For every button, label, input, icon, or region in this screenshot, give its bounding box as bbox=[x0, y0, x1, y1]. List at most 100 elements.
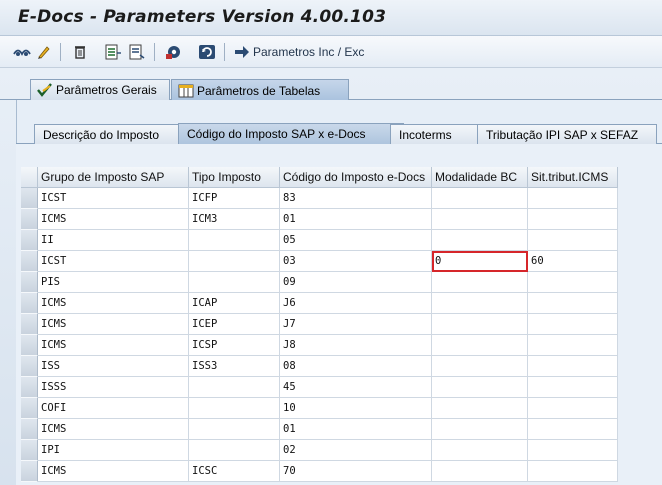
delete-button[interactable] bbox=[72, 41, 88, 63]
tipo-imposto-cell[interactable] bbox=[189, 419, 280, 440]
codigo-edocs-cell[interactable]: 01 bbox=[280, 209, 432, 230]
tab-tributacao-ipi-sap-sefaz[interactable]: Tributação IPI SAP x SEFAZ bbox=[477, 124, 657, 144]
tab-parametros-de-tabelas[interactable]: Parâmetros de Tabelas bbox=[171, 79, 349, 101]
modalidade-bc-cell[interactable] bbox=[432, 335, 528, 356]
grupo-imposto-cell[interactable]: ICST bbox=[38, 251, 189, 272]
grupo-imposto-cell[interactable]: ICMS bbox=[38, 335, 189, 356]
modalidade-bc-cell[interactable] bbox=[432, 293, 528, 314]
row-selector[interactable] bbox=[21, 188, 38, 209]
codigo-edocs-cell[interactable]: 03 bbox=[280, 251, 432, 272]
tipo-imposto-cell[interactable] bbox=[189, 251, 280, 272]
tab-parametros-gerais[interactable]: Parâmetros Gerais bbox=[30, 79, 170, 100]
row-selector[interactable] bbox=[21, 398, 38, 419]
refresh-button[interactable] bbox=[198, 41, 216, 63]
modalidade-bc-cell[interactable] bbox=[432, 314, 528, 335]
copy-button[interactable] bbox=[128, 41, 146, 63]
grupo-imposto-cell[interactable]: II bbox=[38, 230, 189, 251]
column-header-modalidade-bc[interactable]: Modalidade BC bbox=[432, 167, 528, 188]
column-header-codigo-edocs[interactable]: Código do Imposto e-Docs bbox=[280, 167, 432, 188]
grupo-imposto-cell[interactable]: ISSS bbox=[38, 377, 189, 398]
row-selector[interactable] bbox=[21, 440, 38, 461]
codigo-edocs-cell[interactable]: 01 bbox=[280, 419, 432, 440]
modalidade-bc-cell[interactable] bbox=[432, 377, 528, 398]
row-selector[interactable] bbox=[21, 356, 38, 377]
tipo-imposto-cell[interactable]: ICEP bbox=[189, 314, 280, 335]
tipo-imposto-cell[interactable] bbox=[189, 398, 280, 419]
sit-tribut-icms-cell[interactable] bbox=[528, 188, 618, 209]
tipo-imposto-cell[interactable]: ICFP bbox=[189, 188, 280, 209]
settings-button[interactable] bbox=[164, 41, 184, 63]
tipo-imposto-cell[interactable]: ICM3 bbox=[189, 209, 280, 230]
codigo-edocs-cell[interactable]: J7 bbox=[280, 314, 432, 335]
modalidade-bc-cell[interactable] bbox=[432, 461, 528, 482]
row-selector[interactable] bbox=[21, 251, 38, 272]
grupo-imposto-cell[interactable]: ICMS bbox=[38, 461, 189, 482]
tipo-imposto-cell[interactable]: ICAP bbox=[189, 293, 280, 314]
grupo-imposto-cell[interactable]: ICMS bbox=[38, 293, 189, 314]
modalidade-bc-cell[interactable] bbox=[432, 356, 528, 377]
row-selector[interactable] bbox=[21, 209, 38, 230]
modalidade-bc-cell[interactable] bbox=[432, 188, 528, 209]
tipo-imposto-cell[interactable] bbox=[189, 230, 280, 251]
row-selector[interactable] bbox=[21, 335, 38, 356]
sit-tribut-icms-cell[interactable] bbox=[528, 314, 618, 335]
tipo-imposto-cell[interactable]: ICSP bbox=[189, 335, 280, 356]
grupo-imposto-cell[interactable]: PIS bbox=[38, 272, 189, 293]
select-all-corner[interactable] bbox=[21, 167, 38, 188]
display-change-button[interactable] bbox=[12, 41, 32, 63]
codigo-edocs-cell[interactable]: J8 bbox=[280, 335, 432, 356]
column-header-tipo-imposto[interactable]: Tipo Imposto bbox=[189, 167, 280, 188]
codigo-edocs-cell[interactable]: 10 bbox=[280, 398, 432, 419]
codigo-edocs-cell[interactable]: 70 bbox=[280, 461, 432, 482]
grupo-imposto-cell[interactable]: COFI bbox=[38, 398, 189, 419]
codigo-edocs-cell[interactable]: 45 bbox=[280, 377, 432, 398]
codigo-edocs-cell[interactable]: 09 bbox=[280, 272, 432, 293]
row-selector[interactable] bbox=[21, 293, 38, 314]
export-button[interactable] bbox=[104, 41, 122, 63]
sit-tribut-icms-cell[interactable] bbox=[528, 356, 618, 377]
sit-tribut-icms-cell[interactable] bbox=[528, 440, 618, 461]
grupo-imposto-cell[interactable]: ISS bbox=[38, 356, 189, 377]
tipo-imposto-cell[interactable]: ISS3 bbox=[189, 356, 280, 377]
column-header-sit-tribut-icms[interactable]: Sit.tribut.ICMS bbox=[528, 167, 618, 188]
codigo-edocs-cell[interactable]: 83 bbox=[280, 188, 432, 209]
sit-tribut-icms-cell[interactable] bbox=[528, 272, 618, 293]
modalidade-bc-cell[interactable] bbox=[432, 440, 528, 461]
sit-tribut-icms-cell[interactable] bbox=[528, 209, 618, 230]
sit-tribut-icms-cell[interactable] bbox=[528, 335, 618, 356]
sit-tribut-icms-cell[interactable] bbox=[528, 377, 618, 398]
codigo-edocs-cell[interactable]: 05 bbox=[280, 230, 432, 251]
row-selector[interactable] bbox=[21, 230, 38, 251]
tab-codigo-imposto-sap-edocs[interactable]: Código do Imposto SAP x e-Docs bbox=[178, 123, 404, 144]
row-selector[interactable] bbox=[21, 314, 38, 335]
edit-button[interactable] bbox=[36, 41, 52, 63]
sit-tribut-icms-cell[interactable] bbox=[528, 230, 618, 251]
modalidade-bc-cell[interactable]: 0 bbox=[432, 251, 528, 272]
tipo-imposto-cell[interactable] bbox=[189, 272, 280, 293]
row-selector[interactable] bbox=[21, 272, 38, 293]
grupo-imposto-cell[interactable]: ICST bbox=[38, 188, 189, 209]
grupo-imposto-cell[interactable]: ICMS bbox=[38, 314, 189, 335]
tipo-imposto-cell[interactable] bbox=[189, 377, 280, 398]
sit-tribut-icms-cell[interactable] bbox=[528, 419, 618, 440]
sit-tribut-icms-cell[interactable] bbox=[528, 398, 618, 419]
sit-tribut-icms-cell[interactable] bbox=[528, 461, 618, 482]
grupo-imposto-cell[interactable]: IPI bbox=[38, 440, 189, 461]
parametros-inc-exc-button[interactable]: Parametros Inc / Exc bbox=[234, 41, 364, 63]
modalidade-bc-cell[interactable] bbox=[432, 398, 528, 419]
modalidade-bc-cell[interactable] bbox=[432, 272, 528, 293]
tab-descricao-do-imposto[interactable]: Descrição do Imposto bbox=[34, 124, 184, 144]
modalidade-bc-cell[interactable] bbox=[432, 419, 528, 440]
codigo-edocs-cell[interactable]: 08 bbox=[280, 356, 432, 377]
sit-tribut-icms-cell[interactable]: 60 bbox=[528, 251, 618, 272]
row-selector[interactable] bbox=[21, 419, 38, 440]
sit-tribut-icms-cell[interactable] bbox=[528, 293, 618, 314]
column-header-grupo-imposto[interactable]: Grupo de Imposto SAP bbox=[38, 167, 189, 188]
modalidade-bc-cell[interactable] bbox=[432, 209, 528, 230]
tipo-imposto-cell[interactable] bbox=[189, 440, 280, 461]
grupo-imposto-cell[interactable]: ICMS bbox=[38, 209, 189, 230]
tab-incoterms[interactable]: Incoterms bbox=[390, 124, 490, 144]
grupo-imposto-cell[interactable]: ICMS bbox=[38, 419, 189, 440]
tipo-imposto-cell[interactable]: ICSC bbox=[189, 461, 280, 482]
codigo-edocs-cell[interactable]: J6 bbox=[280, 293, 432, 314]
